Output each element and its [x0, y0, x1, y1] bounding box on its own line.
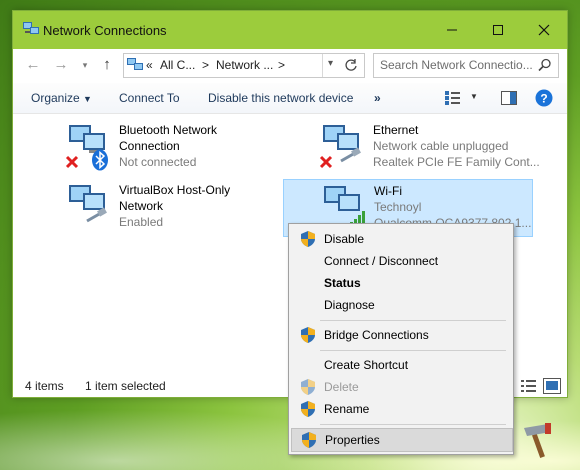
- connect-to-button[interactable]: Connect To: [119, 91, 180, 105]
- connection-status: Network cable unplugged: [373, 139, 509, 153]
- connection-name-line2: Connection: [119, 139, 180, 153]
- address-bar[interactable]: « All C... > Network ... > ▾: [123, 53, 365, 78]
- connection-name: Bluetooth Network: [119, 123, 218, 137]
- command-bar: Organize ▼ Connect To Disable this netwo…: [13, 83, 567, 114]
- menu-separator: [320, 424, 506, 425]
- menu-item-label: Bridge Connections: [324, 328, 429, 342]
- recent-locations-chevron-icon[interactable]: ▾: [75, 55, 95, 75]
- breadcrumb-overflow[interactable]: «: [146, 58, 153, 72]
- close-button[interactable]: [521, 11, 567, 49]
- connection-name-line2: Network: [119, 199, 164, 213]
- refresh-icon[interactable]: [344, 58, 358, 72]
- menu-item-label: Status: [324, 276, 361, 290]
- preview-pane-icon[interactable]: [501, 91, 517, 105]
- breadcrumb-all-control-panel[interactable]: All C...: [160, 58, 195, 72]
- menu-item-label: Properties: [325, 433, 380, 447]
- menu-item-connect-disconnect[interactable]: Connect / Disconnect: [291, 250, 511, 272]
- menu-item-label: Connect / Disconnect: [324, 254, 439, 268]
- connection-item-ethernet[interactable]: Ethernet Network cable unplugged Realtek…: [315, 121, 555, 175]
- breadcrumb-network[interactable]: Network ...: [216, 58, 273, 72]
- disconnected-x-icon: [319, 155, 333, 169]
- menu-item-label: Diagnose: [324, 298, 375, 312]
- menu-separator: [320, 350, 506, 351]
- uac-shield-icon: [302, 432, 316, 448]
- address-dropdown-icon[interactable]: ▾: [328, 58, 333, 69]
- uac-shield-icon: [301, 327, 315, 343]
- minimize-icon: [447, 29, 457, 31]
- connection-item-bluetooth[interactable]: Bluetooth Network Connection Not connect…: [61, 121, 301, 175]
- search-box[interactable]: Search Network Connectio...: [373, 53, 559, 78]
- connection-item-virtualbox[interactable]: VirtualBox Host-Only Network Enabled: [61, 181, 301, 235]
- search-icon[interactable]: [538, 58, 552, 72]
- forward-arrow-icon[interactable]: →: [51, 55, 71, 75]
- menu-item-label: Rename: [324, 402, 370, 416]
- svg-text:?: ?: [540, 92, 547, 106]
- details-view-icon[interactable]: [521, 379, 537, 393]
- control-panel-icon: [127, 58, 143, 70]
- menu-separator: [320, 320, 506, 321]
- menu-item-properties[interactable]: Properties: [291, 428, 513, 452]
- organize-menu-button[interactable]: Organize ▼: [31, 91, 92, 105]
- menu-item-label: Disable: [324, 232, 365, 246]
- menu-item-status[interactable]: Status: [291, 272, 511, 294]
- connection-name: Ethernet: [373, 123, 419, 137]
- uac-shield-icon: [301, 231, 315, 247]
- navigation-bar: ← → ▾ ↑ « All C... > Network ... > ▾ Sea…: [13, 49, 567, 79]
- connection-name: VirtualBox Host-Only: [119, 183, 231, 197]
- up-arrow-icon[interactable]: ↑: [97, 55, 117, 75]
- disable-device-button[interactable]: Disable this network device: [208, 91, 353, 105]
- more-commands-button[interactable]: »: [374, 91, 381, 105]
- menu-item-disable[interactable]: Disable: [291, 228, 511, 250]
- uac-shield-icon: [301, 379, 315, 395]
- network-adapter-icon: [69, 185, 107, 223]
- connection-status: Technoyl: [374, 200, 422, 214]
- selected-count: 1 item selected: [85, 379, 166, 393]
- menu-item-create-shortcut[interactable]: Create Shortcut: [291, 354, 511, 376]
- window-title: Network Connections: [43, 23, 167, 38]
- items-count: 4 items: [25, 379, 64, 393]
- maximize-button[interactable]: [475, 11, 521, 49]
- menu-item-rename[interactable]: Rename: [291, 398, 511, 420]
- uac-shield-icon: [301, 401, 315, 417]
- maximize-icon: [493, 25, 503, 35]
- connection-status: Enabled: [119, 215, 164, 229]
- menu-item-label: Create Shortcut: [324, 358, 409, 372]
- view-options-chevron-icon[interactable]: ▼: [470, 92, 478, 101]
- network-connections-icon: [23, 22, 39, 34]
- disconnected-x-icon: [65, 155, 79, 169]
- breadcrumb-separator[interactable]: >: [278, 58, 285, 72]
- menu-item-diagnose[interactable]: Diagnose: [291, 294, 511, 316]
- breadcrumb-separator[interactable]: >: [202, 58, 209, 72]
- title-bar[interactable]: Network Connections: [13, 11, 567, 49]
- connection-name: Wi-Fi: [374, 184, 402, 198]
- menu-item-label: Delete: [324, 380, 359, 394]
- connection-status: Not connected: [119, 155, 197, 169]
- search-placeholder: Search Network Connectio...: [380, 58, 533, 72]
- back-arrow-icon[interactable]: ←: [23, 55, 43, 75]
- bluetooth-icon: [92, 149, 108, 171]
- menu-item-delete[interactable]: Delete: [291, 376, 511, 398]
- organize-label: Organize: [31, 91, 80, 105]
- large-icons-view-icon[interactable]: [543, 378, 561, 394]
- hammer-logo-icon: [524, 423, 551, 458]
- chevron-down-icon: ▼: [83, 94, 92, 104]
- connection-device: Realtek PCIe FE Family Cont...: [373, 155, 540, 169]
- change-view-icon[interactable]: [445, 91, 461, 105]
- minimize-button[interactable]: [429, 11, 475, 49]
- menu-item-bridge-connections[interactable]: Bridge Connections: [291, 324, 511, 346]
- close-icon: [538, 24, 550, 36]
- help-icon[interactable]: ?: [535, 89, 553, 107]
- context-menu: Disable Connect / Disconnect Status Diag…: [288, 223, 514, 455]
